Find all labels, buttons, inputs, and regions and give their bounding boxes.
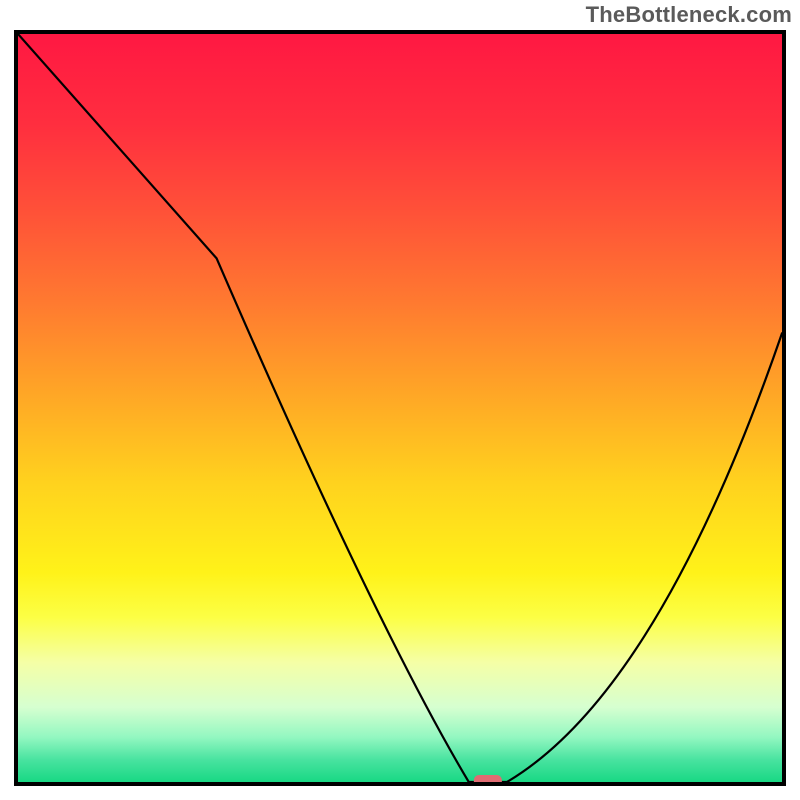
optimum-marker	[18, 34, 782, 782]
plot-area	[14, 30, 786, 786]
chart-container: TheBottleneck.com	[0, 0, 800, 800]
watermark-text: TheBottleneck.com	[586, 2, 792, 28]
